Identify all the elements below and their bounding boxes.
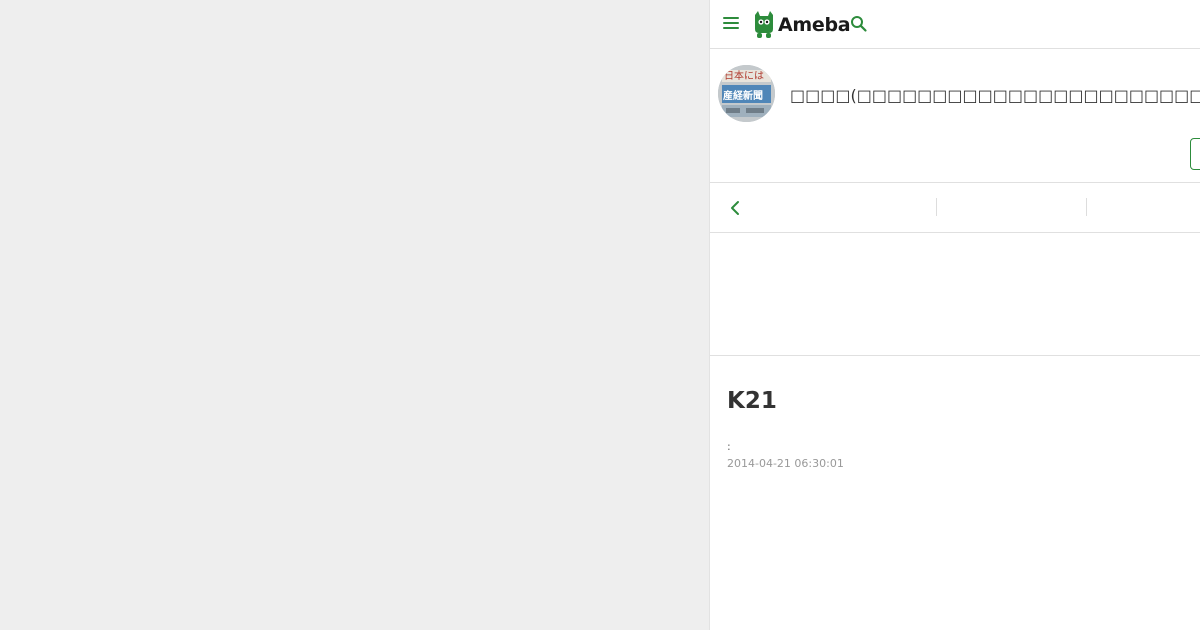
article-date: 2014-04-21 06:30:01 <box>727 457 844 470</box>
logo-text: Ameba <box>778 14 851 36</box>
hamburger-menu-icon[interactable] <box>723 17 739 31</box>
follow-button[interactable] <box>1190 138 1200 170</box>
global-header: Ameba <box>710 0 1200 49</box>
article-nav <box>710 183 1200 233</box>
ameba-mascot-icon <box>755 11 773 38</box>
svg-text:日本には: 日本には <box>724 69 764 82</box>
article-title: K21 <box>727 388 777 414</box>
blog-avatar[interactable]: 日本には 産経新聞 <box>718 65 775 122</box>
ad-area <box>710 233 1200 356</box>
search-icon[interactable] <box>850 15 868 33</box>
ameba-logo[interactable]: Ameba <box>753 10 851 40</box>
left-blank-area <box>0 0 709 630</box>
nav-divider <box>1086 198 1087 216</box>
blog-title[interactable]: □□□□(□□□□□□□□□□□□□□□□□□□□□□□□□□□□□□□□□ <box>790 86 1200 105</box>
article-meta-label: : <box>727 440 731 453</box>
blog-header: 日本には 産経新聞 □□□□(□□□□□□□□□□□□□□□□□□□□□□□□□… <box>710 49 1200 183</box>
chevron-left-icon[interactable] <box>728 199 742 217</box>
svg-text:産経新聞: 産経新聞 <box>723 89 763 102</box>
nav-divider <box>936 198 937 216</box>
avatar-image: 日本には 産経新聞 <box>718 65 775 122</box>
blog-panel: Ameba 日本には 産経新聞 □□□□(□□□□□□□□□□□□□□□□□□□… <box>709 0 1200 630</box>
